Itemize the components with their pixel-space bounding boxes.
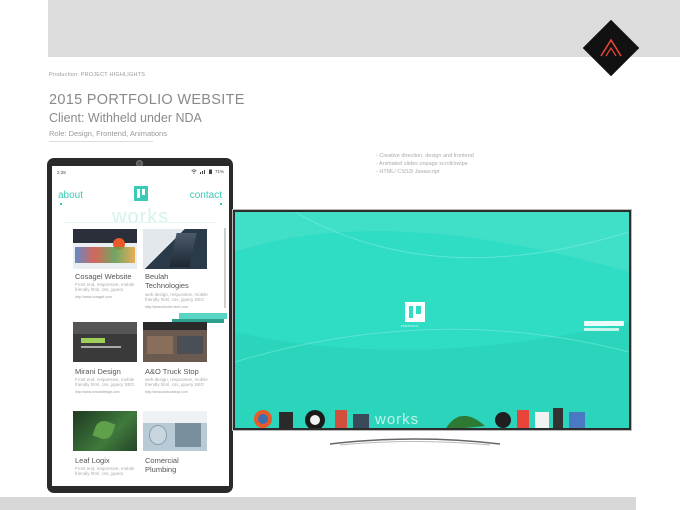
project-title[interactable]: Leaf Logix	[75, 456, 110, 465]
battery-icon	[208, 169, 212, 174]
battery-percent: 71%	[214, 169, 224, 174]
project-thumbnail[interactable]	[73, 229, 137, 269]
client-line: Client: Withheld under NDA	[49, 111, 202, 125]
nav-about-link[interactable]: about	[58, 190, 83, 201]
project-link[interactable]: http://www.aotruckstop.com	[145, 390, 188, 394]
project-title[interactable]: Comercial Plumbing	[145, 456, 205, 474]
project-thumbnail[interactable]	[73, 411, 137, 451]
project-thumbnail[interactable]	[143, 411, 207, 451]
nav-pill-shadow	[584, 328, 619, 331]
project-description: web design, responsive, mobile friendly …	[145, 377, 208, 387]
nav-dot	[220, 203, 222, 205]
nav-pill[interactable]	[584, 321, 624, 326]
note-item: - Animated slides onpage scroll/swipe	[376, 161, 468, 167]
divider	[64, 222, 216, 223]
project-title[interactable]: A&O Truck Stop	[145, 367, 199, 376]
logo-caption: PORTFOLIO	[401, 324, 419, 328]
project-thumbnail[interactable]	[143, 322, 207, 362]
project-link[interactable]: http://www.beulah.tech.com	[145, 305, 188, 309]
note-item: - HTML/ CSS3/ Javascript	[376, 169, 440, 175]
role-line: Role: Design, Frontend, Animations	[49, 129, 167, 138]
status-time: 2:28	[57, 170, 66, 175]
project-description: Front end, responsive, mobile friendly h…	[75, 377, 135, 387]
note-item: - Creative direction, design and fronten…	[376, 153, 474, 159]
project-thumbnail[interactable]	[143, 229, 207, 269]
site-logo-icon[interactable]	[405, 302, 425, 322]
scrollbar[interactable]	[224, 228, 226, 308]
works-heading: works	[112, 206, 170, 228]
phone-screen: 2:28 71% about contact works Cosagel Web…	[52, 166, 229, 486]
divider	[49, 141, 153, 142]
monitor-screen: PORTFOLIO works	[235, 212, 629, 428]
page-title: 2015 PORTFOLIO WEBSITE	[49, 92, 245, 108]
works-heading: works	[375, 411, 420, 428]
bottom-banner	[0, 497, 636, 510]
wifi-icon	[191, 169, 197, 174]
project-link[interactable]: http://www.cosagel.com	[75, 295, 112, 299]
nav-contact-link[interactable]: contact	[190, 190, 222, 201]
project-icon-strip	[254, 408, 585, 428]
project-title[interactable]: Beulah Technologies	[145, 272, 205, 290]
status-icons: 71%	[191, 169, 224, 174]
monitor-stand	[330, 438, 500, 446]
site-logo-icon[interactable]	[134, 186, 148, 201]
signal-icon	[199, 169, 206, 174]
section-eyebrow: Production: PROJECT HIGHLIGHTS	[49, 72, 146, 78]
project-description: web design, responsive, mobile friendly …	[145, 292, 208, 302]
nav-dot	[60, 203, 62, 205]
brand-logo-icon	[600, 38, 622, 57]
project-title[interactable]: Mirani Design	[75, 367, 121, 376]
project-title[interactable]: Cosagel Website	[75, 272, 132, 281]
background-waves	[235, 212, 629, 428]
project-description: Front end, responsive, mobile friendly h…	[75, 466, 135, 476]
project-description: Front end, responsive, mobile friendly h…	[75, 282, 135, 292]
project-notes: - Creative direction, design and fronten…	[376, 152, 474, 176]
project-link[interactable]: http://www.miranidesign.com	[75, 390, 120, 394]
project-thumbnail[interactable]	[73, 322, 137, 362]
